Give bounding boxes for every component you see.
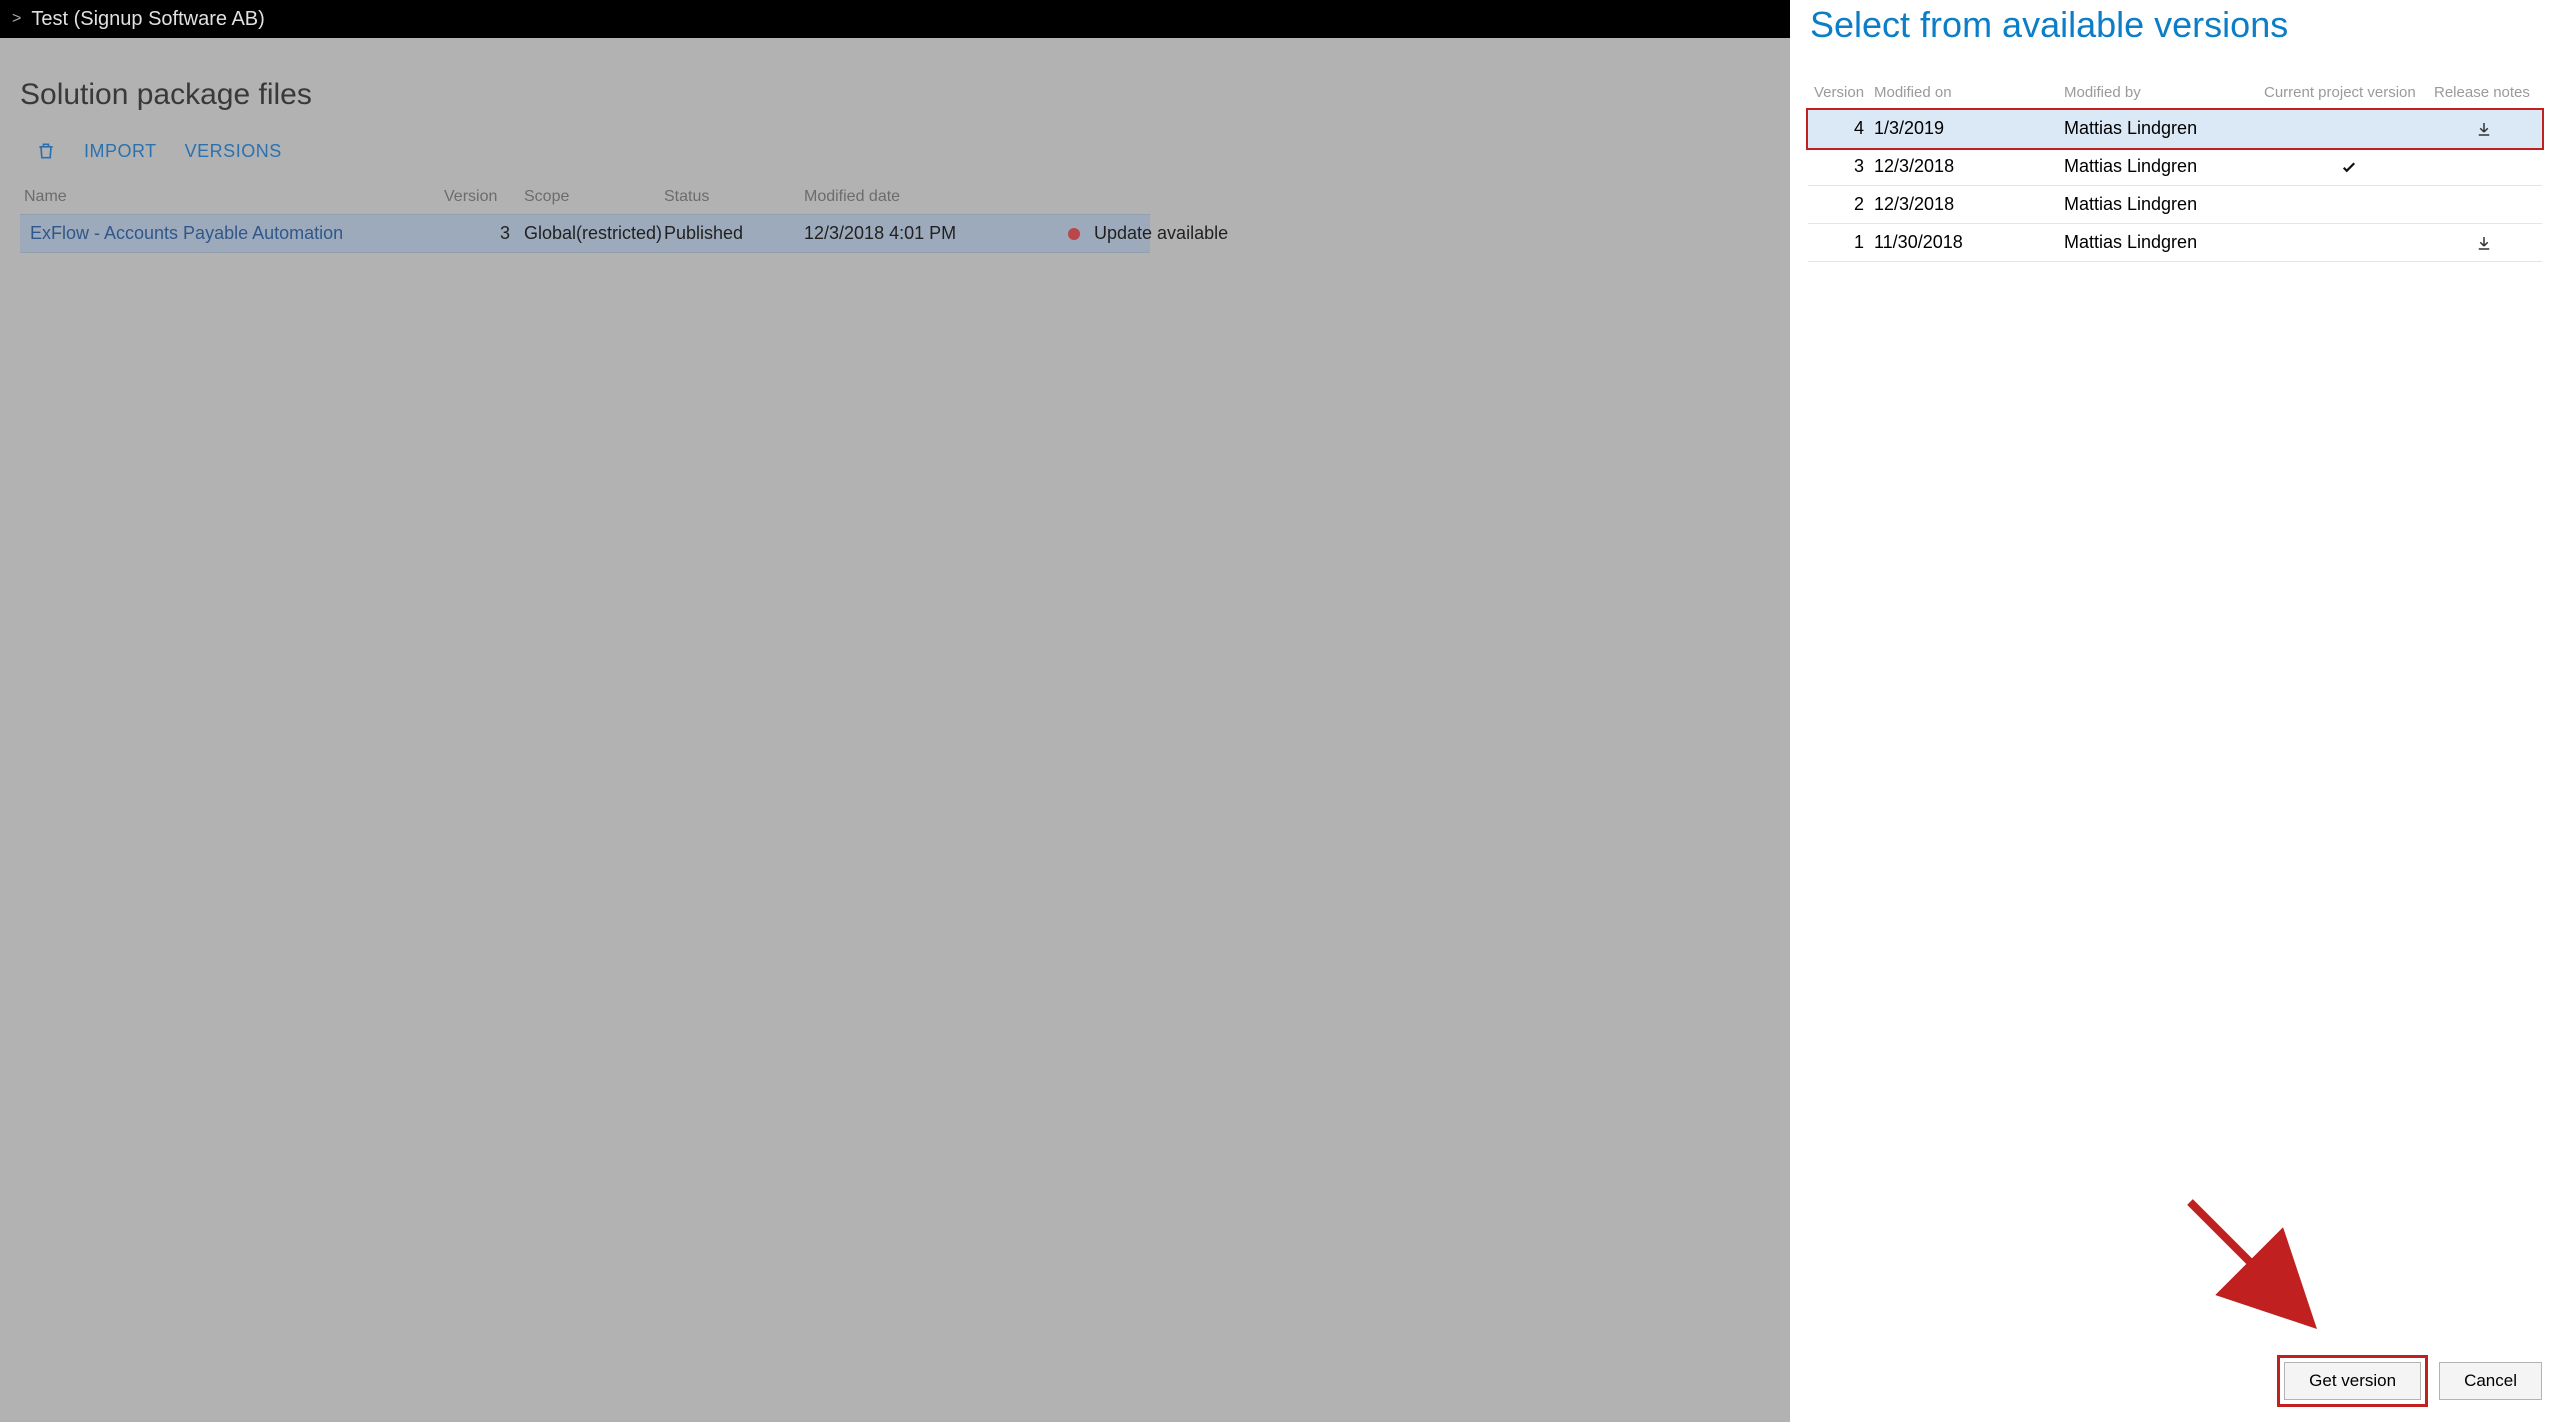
package-version: 3 <box>444 223 524 244</box>
versions-panel: Select from available versions Version M… <box>1790 0 2560 1422</box>
panel-footer: Get version Cancel <box>2284 1362 2542 1400</box>
versions-header-row: Version Modified on Modified by Current … <box>1808 76 2542 110</box>
import-button[interactable]: IMPORT <box>84 141 157 162</box>
current-version-icon <box>2264 156 2434 177</box>
col-modified: Modified date <box>804 188 1054 206</box>
package-status: Published <box>664 223 804 244</box>
versions-button[interactable]: VERSIONS <box>185 141 282 162</box>
col-name: Name <box>24 188 444 206</box>
delete-icon[interactable] <box>36 140 56 162</box>
col-status: Status <box>664 188 804 206</box>
package-name[interactable]: ExFlow - Accounts Payable Automation <box>24 223 444 244</box>
release-notes-icon[interactable] <box>2434 232 2534 253</box>
version-row[interactable]: 312/3/2018Mattias Lindgren <box>1808 148 2542 186</box>
packages-table: Name Version Scope Status Modified date … <box>20 180 1150 253</box>
vcol-modon: Modified on <box>1874 84 2064 101</box>
page-title: Solution package files <box>20 78 1790 112</box>
annotation-arrow-icon <box>2170 1182 2330 1342</box>
main-area: > Test (Signup Software AB) Solution pac… <box>0 0 1790 1422</box>
package-row[interactable]: ExFlow - Accounts Payable Automation 3 G… <box>20 214 1150 253</box>
cancel-button[interactable]: Cancel <box>2439 1362 2542 1400</box>
breadcrumb-chevron-icon: > <box>12 10 21 28</box>
version-number: 1 <box>1814 232 1874 253</box>
titlebar: > Test (Signup Software AB) <box>0 0 1790 38</box>
vcol-version: Version <box>1814 84 1874 101</box>
release-notes-icon[interactable] <box>2434 118 2534 139</box>
vcol-current: Current project version <box>2264 84 2434 101</box>
version-row[interactable]: 212/3/2018Mattias Lindgren <box>1808 186 2542 224</box>
version-modified-on: 1/3/2019 <box>1874 118 2064 139</box>
get-version-button[interactable]: Get version <box>2284 1362 2421 1400</box>
version-number: 2 <box>1814 194 1874 215</box>
breadcrumb-text: Test (Signup Software AB) <box>31 8 264 31</box>
version-modified-on: 12/3/2018 <box>1874 156 2064 177</box>
version-number: 3 <box>1814 156 1874 177</box>
vcol-notes: Release notes <box>2434 84 2534 101</box>
packages-header-row: Name Version Scope Status Modified date <box>20 180 1150 214</box>
versions-table: Version Modified on Modified by Current … <box>1808 76 2542 262</box>
col-version: Version <box>444 188 524 206</box>
package-scope: Global(restricted) <box>524 223 664 244</box>
version-row[interactable]: 111/30/2018Mattias Lindgren <box>1808 224 2542 262</box>
update-indicator-icon <box>1068 228 1080 240</box>
toolbar: IMPORT VERSIONS <box>10 140 1790 180</box>
version-modified-by: Mattias Lindgren <box>2064 118 2264 139</box>
col-scope: Scope <box>524 188 664 206</box>
package-modified: 12/3/2018 4:01 PM <box>804 223 1054 244</box>
update-available-label: Update available <box>1094 223 1254 244</box>
version-modified-by: Mattias Lindgren <box>2064 232 2264 253</box>
version-modified-by: Mattias Lindgren <box>2064 194 2264 215</box>
vcol-modby: Modified by <box>2064 84 2264 101</box>
version-modified-on: 11/30/2018 <box>1874 232 2064 253</box>
version-modified-on: 12/3/2018 <box>1874 194 2064 215</box>
panel-title: Select from available versions <box>1808 0 2542 76</box>
version-row[interactable]: 41/3/2019Mattias Lindgren <box>1808 110 2542 148</box>
page-content: Solution package files IMPORT VERSIONS N… <box>0 38 1790 1422</box>
version-modified-by: Mattias Lindgren <box>2064 156 2264 177</box>
version-number: 4 <box>1814 118 1874 139</box>
